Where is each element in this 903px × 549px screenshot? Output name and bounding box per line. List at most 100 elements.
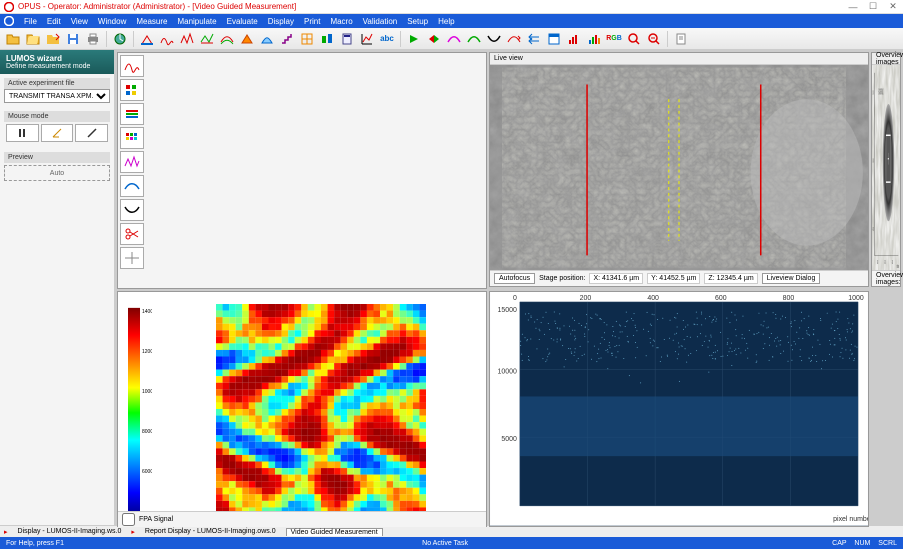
tab-display[interactable]: Display - LUMOS-II-Imaging.ws.0	[14, 528, 126, 535]
window-icon[interactable]	[545, 30, 563, 48]
report-icon[interactable]	[672, 30, 690, 48]
preview-auto-button[interactable]: Auto	[4, 165, 110, 181]
rtool-crosshair-icon[interactable]	[120, 247, 144, 269]
rtool-blue-curve-icon[interactable]	[120, 175, 144, 197]
curve-green-icon[interactable]	[465, 30, 483, 48]
integrate-icon[interactable]	[258, 30, 276, 48]
z-position: Z: 12345.4 µm	[704, 273, 757, 284]
unload-icon[interactable]	[44, 30, 62, 48]
menu-manipulate[interactable]: Manipulate	[177, 17, 216, 26]
print-icon[interactable]	[84, 30, 102, 48]
region-icon[interactable]	[318, 30, 336, 48]
svg-text:4000: 4000	[873, 225, 874, 232]
menu-edit[interactable]: Edit	[47, 17, 61, 26]
rtool-stack-icon[interactable]	[120, 103, 144, 125]
svg-text:600: 600	[715, 295, 727, 302]
fpa-signal-checkbox[interactable]	[122, 513, 135, 526]
axis-tool-icon[interactable]	[358, 30, 376, 48]
folder-icon[interactable]	[24, 30, 42, 48]
svg-text:-2000: -2000	[884, 259, 885, 266]
status-bar: For Help, press F1 No Active Task CAP NU…	[0, 537, 903, 549]
menu-display[interactable]: Display	[268, 17, 294, 26]
svg-text:3000: 3000	[873, 157, 874, 164]
peak-tool-icon[interactable]	[178, 30, 196, 48]
rtool-black-curve-icon[interactable]	[120, 199, 144, 221]
overview-image[interactable]: BACKGROUND 2000 3000 4000 -3000 -2000 -1…	[872, 65, 900, 270]
save-icon[interactable]	[64, 30, 82, 48]
fpa-signal-label: FPA Signal	[139, 516, 173, 523]
svg-text:800: 800	[783, 295, 795, 302]
svg-text:200: 200	[580, 295, 592, 302]
menu-file[interactable]: File	[24, 17, 37, 26]
minimize-button[interactable]: —	[847, 2, 859, 12]
overview-panel: Overview images BACKGROUND	[871, 52, 901, 287]
spectrum-tool-icon[interactable]	[158, 30, 176, 48]
status-cap: CAP	[832, 540, 846, 547]
mouse-mode-angle[interactable]	[41, 124, 74, 142]
preview-label: Preview	[4, 152, 110, 163]
liveview-dialog-button[interactable]: Liveview Dialog	[762, 273, 821, 284]
svg-text:6000: 6000	[142, 469, 152, 475]
menu-view[interactable]: View	[71, 17, 88, 26]
svg-text:BACKGROUND: BACKGROUND	[879, 89, 884, 97]
autofocus-button[interactable]: Autofocus	[494, 273, 535, 284]
rgb-text-icon[interactable]: RGB	[605, 30, 623, 48]
main-toolbar: abc RGB	[0, 28, 903, 50]
tab-report[interactable]: Report Display - LUMOS-II-Imaging.ows.0	[141, 528, 280, 535]
grid-tool-icon[interactable]	[298, 30, 316, 48]
rtool-scissors-icon[interactable]	[120, 223, 144, 245]
menu-measure[interactable]: Measure	[136, 17, 167, 26]
open-icon[interactable]	[4, 30, 22, 48]
chart-rainbow-icon[interactable]	[585, 30, 603, 48]
rtool-grid-icon[interactable]	[120, 127, 144, 149]
forward-icon[interactable]	[405, 30, 423, 48]
mouse-mode-select[interactable]	[6, 124, 39, 142]
zoom-out-icon[interactable]	[645, 30, 663, 48]
experiment-file-dropdown[interactable]: TRANSMIT TRANSA XPM.xpm	[4, 89, 110, 103]
measure-icon[interactable]	[111, 30, 129, 48]
atr-icon[interactable]	[238, 30, 256, 48]
maximize-button[interactable]: ☐	[867, 2, 879, 12]
svg-text:2000: 2000	[873, 89, 874, 96]
wizard-sidebar: LUMOS wizard Define measurement mode Act…	[0, 50, 115, 525]
rtool-palette-icon[interactable]	[120, 79, 144, 101]
live-view-image[interactable]	[490, 65, 868, 270]
curve-black-icon[interactable]	[485, 30, 503, 48]
close-button[interactable]: ✕	[887, 2, 899, 12]
baseline-tool-icon[interactable]	[198, 30, 216, 48]
wizard-title: LUMOS wizard	[6, 54, 108, 63]
heatmap-panel: 14000 12000 10000 8000 6000 4000 FPA Sig…	[117, 291, 487, 527]
menu-evaluate[interactable]: Evaluate	[227, 17, 258, 26]
title-bar: OPUS - Operator: Administrator (Administ…	[0, 0, 903, 14]
menu-setup[interactable]: Setup	[407, 17, 428, 26]
stairs-icon[interactable]	[278, 30, 296, 48]
red-blue-tool-icon[interactable]	[138, 30, 156, 48]
chart-red-icon[interactable]	[565, 30, 583, 48]
tab-video-guided[interactable]: Video Guided Measurement	[286, 528, 383, 536]
overview-images-label: Overview images:	[876, 272, 903, 286]
right-toolbar	[117, 52, 487, 289]
calculator-icon[interactable]	[338, 30, 356, 48]
curve-pink-icon[interactable]	[445, 30, 463, 48]
menu-help[interactable]: Help	[438, 17, 454, 26]
multi-curve-icon[interactable]	[218, 30, 236, 48]
svg-text:14000: 14000	[142, 309, 152, 315]
zoom-in-icon[interactable]	[625, 30, 643, 48]
svg-text:400: 400	[647, 295, 659, 302]
heatmap-image[interactable]	[156, 292, 486, 526]
back-forward-icon[interactable]	[425, 30, 443, 48]
rtool-spectrum2-icon[interactable]	[120, 151, 144, 173]
menu-macro[interactable]: Macro	[330, 17, 352, 26]
transpose-icon[interactable]	[525, 30, 543, 48]
rtool-spectrum-icon[interactable]	[120, 55, 144, 77]
menu-window[interactable]: Window	[98, 17, 126, 26]
menu-validation[interactable]: Validation	[363, 17, 398, 26]
abc-icon[interactable]: abc	[378, 30, 396, 48]
x-position: X: 41341.6 µm	[589, 273, 643, 284]
menu-print[interactable]: Print	[304, 17, 320, 26]
spectrum-plot[interactable]: 0 200 400 600 800 1000 5000 10000 15000 …	[490, 292, 868, 526]
mouse-mode-line[interactable]	[75, 124, 108, 142]
overview-header: Overview images	[876, 52, 903, 66]
svg-text:12000: 12000	[142, 349, 152, 355]
curve-arrow-icon[interactable]	[505, 30, 523, 48]
